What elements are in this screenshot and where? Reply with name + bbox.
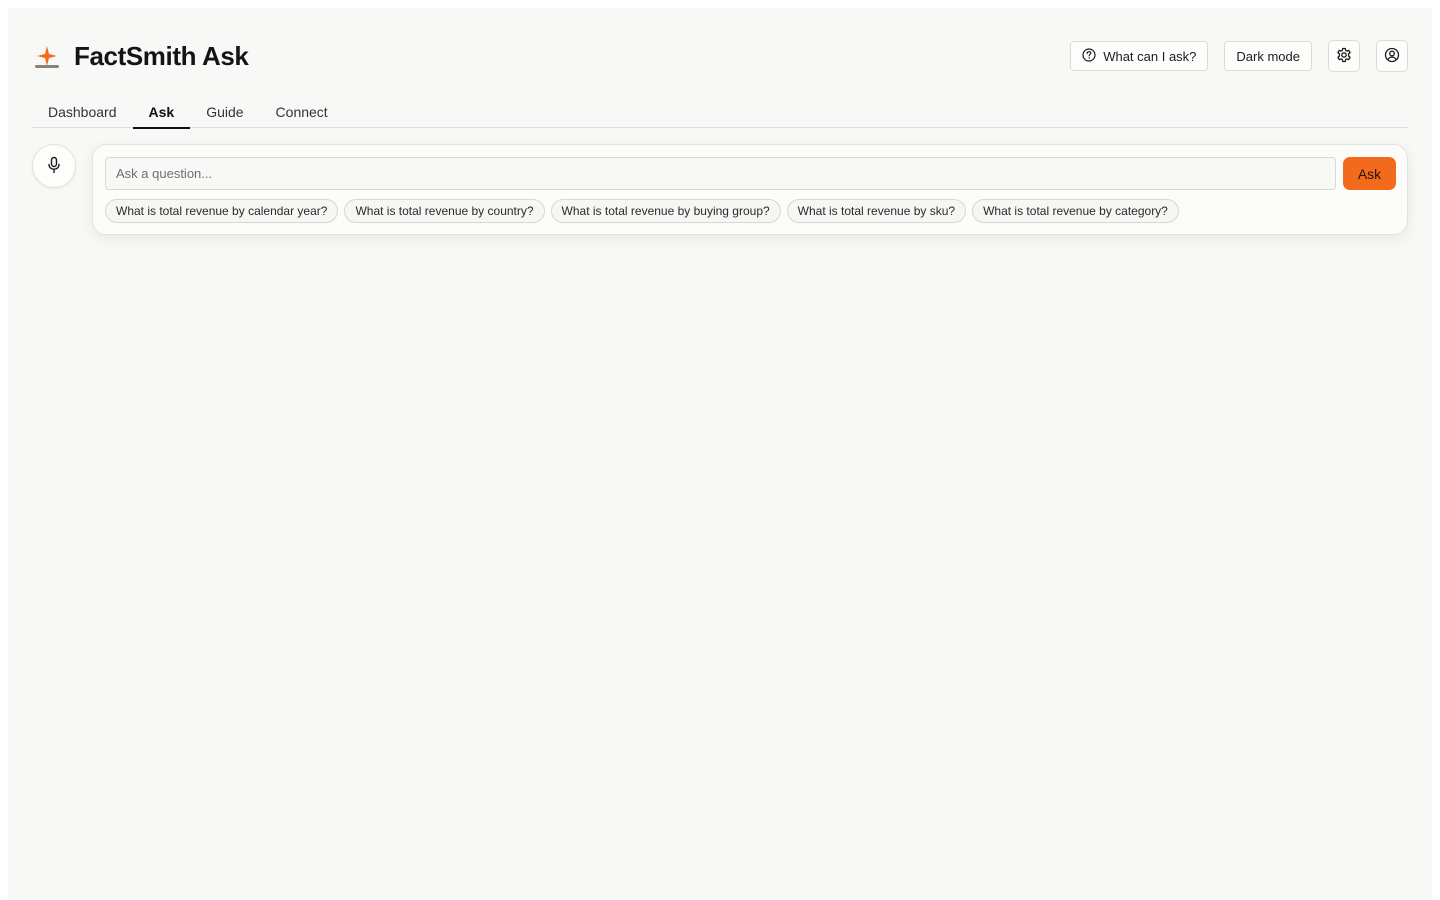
app-title: FactSmith Ask — [74, 40, 249, 71]
gear-icon — [1336, 47, 1352, 66]
ask-submit-button[interactable]: Ask — [1343, 157, 1396, 190]
brand: FactSmith Ask — [32, 40, 249, 72]
settings-button[interactable] — [1328, 40, 1360, 72]
user-circle-icon — [1384, 47, 1400, 66]
main-tabs: Dashboard Ask Guide Connect — [32, 96, 1408, 129]
suggestion-chip[interactable]: What is total revenue by sku? — [786, 199, 967, 223]
ask-panel: Ask What is total revenue by calendar ye… — [92, 144, 1408, 235]
dark-mode-button[interactable]: Dark mode — [1224, 41, 1312, 71]
suggestion-chips: What is total revenue by calendar year? … — [105, 199, 1179, 223]
help-circle-icon — [1082, 47, 1096, 65]
header-actions: What can I ask? Dark mode — [1070, 40, 1408, 72]
app-frame: FactSmith Ask What can I ask? Dark mode — [8, 8, 1432, 899]
suggestion-chip[interactable]: What is total revenue by category? — [972, 199, 1179, 223]
voice-input-button[interactable] — [32, 144, 76, 188]
suggestion-chip[interactable]: What is total revenue by country? — [344, 199, 545, 223]
suggestion-chip[interactable]: What is total revenue by buying group? — [550, 199, 781, 223]
tab-dashboard[interactable]: Dashboard — [32, 96, 133, 128]
sparkle-icon — [32, 41, 62, 71]
suggestion-chip[interactable]: What is total revenue by calendar year? — [105, 199, 339, 223]
app-header: FactSmith Ask What can I ask? Dark mode — [32, 28, 1408, 84]
question-input[interactable] — [105, 157, 1336, 190]
tab-guide[interactable]: Guide — [190, 96, 259, 128]
what-can-i-ask-button[interactable]: What can I ask? — [1070, 41, 1209, 71]
tab-connect[interactable]: Connect — [260, 96, 344, 128]
tab-ask[interactable]: Ask — [132, 96, 191, 129]
microphone-icon — [46, 156, 62, 177]
account-button[interactable] — [1376, 40, 1408, 72]
what-can-i-ask-label: What can I ask? — [1103, 48, 1197, 64]
